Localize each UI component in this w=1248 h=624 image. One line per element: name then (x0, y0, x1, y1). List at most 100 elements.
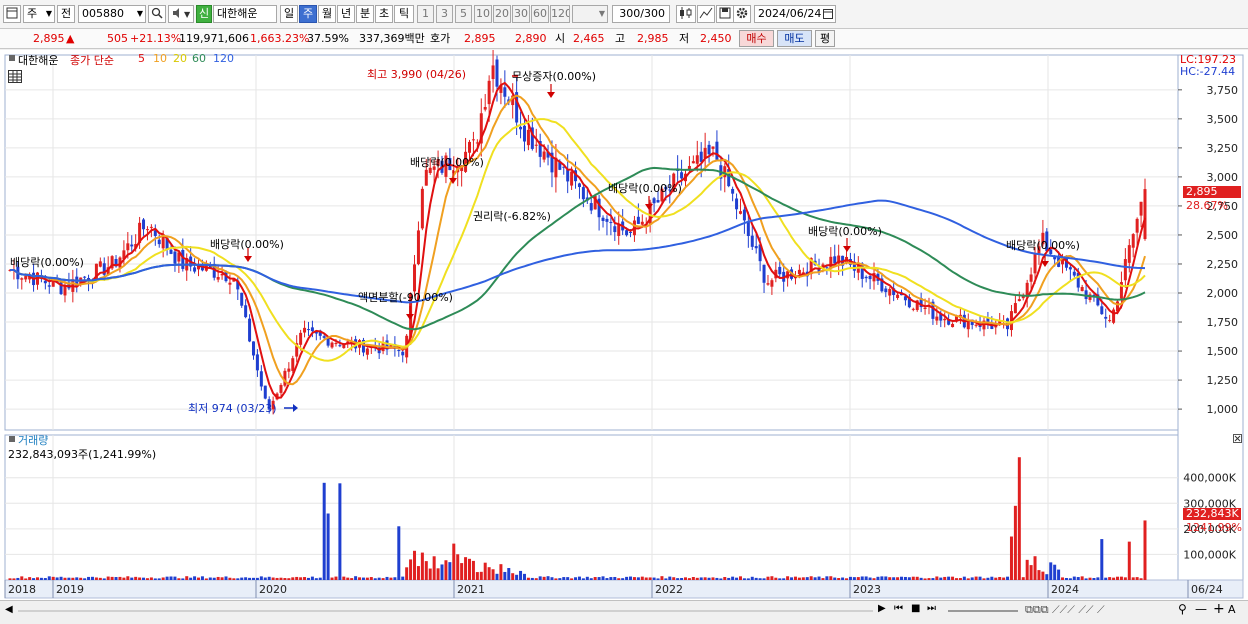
candle-body (519, 126, 523, 130)
x-axis-label: 2021 (457, 583, 485, 596)
crosshair-icon[interactable] (697, 5, 715, 23)
volume-bar (322, 482, 326, 580)
volume-bar (452, 543, 456, 580)
volume-bar (758, 578, 762, 580)
panel-menu-icon[interactable] (8, 52, 16, 65)
volume-bar (966, 578, 970, 580)
x-axis-label: 06/24 (1191, 583, 1223, 596)
volume-bar (585, 576, 589, 580)
candle-body (1013, 303, 1017, 314)
gear-icon[interactable] (733, 5, 751, 23)
candle-body (495, 59, 499, 87)
volume-bar (314, 578, 318, 580)
text-tool-icon[interactable]: A (1228, 603, 1236, 616)
candle-body (255, 354, 259, 371)
candle-body (542, 151, 546, 160)
volume-bar (1061, 577, 1065, 580)
volume-bar (617, 578, 621, 580)
period-second[interactable]: 초 (375, 5, 393, 23)
zoom-in-icon[interactable]: + (1213, 601, 1225, 617)
interval-3[interactable]: 3 (436, 5, 453, 23)
interval-20[interactable]: 20 (493, 5, 511, 23)
stock-name-field[interactable]: 대한해운 (213, 5, 277, 23)
interval-custom-select[interactable]: ▼ (572, 5, 608, 23)
interval-30[interactable]: 30 (512, 5, 530, 23)
annotation-rights: 권리락(-6.82%) (473, 210, 551, 223)
code-input[interactable]: 005880 ▼ (78, 5, 146, 23)
window-menu-icon[interactable] (3, 5, 21, 23)
volume-bar (903, 576, 907, 580)
code-value: 005880 (82, 7, 124, 20)
candle-body (966, 320, 970, 330)
stop-icon[interactable]: ■ (911, 603, 920, 614)
candle-body (625, 230, 629, 236)
period-month[interactable]: 월 (318, 5, 336, 23)
zoom-out-icon[interactable]: — (1195, 602, 1207, 616)
volume-bar (401, 576, 405, 580)
volume-panel-menu-icon[interactable] (8, 433, 16, 446)
drawing-tools-icon[interactable]: ⧉⧉⧉ ⟋⟋⟋ ⟋⟋ ⟋ (1025, 603, 1105, 617)
scroll-left-icon[interactable]: ◀ (5, 604, 13, 615)
interval-10[interactable]: 10 (474, 5, 492, 23)
volume-bar (935, 576, 939, 580)
interval-1[interactable]: 1 (417, 5, 434, 23)
volume-bar (330, 577, 334, 580)
candle-body (526, 129, 530, 146)
period-tick[interactable]: 틱 (394, 5, 414, 23)
volume-bar (978, 576, 982, 580)
volume-bar (1025, 559, 1029, 580)
period-year[interactable]: 년 (337, 5, 355, 23)
candle-body (695, 155, 699, 164)
interval-120[interactable]: 120 (550, 5, 570, 23)
interval-60[interactable]: 60 (531, 5, 549, 23)
volume-bar (746, 578, 750, 580)
candle-body (487, 80, 491, 105)
buy-button[interactable]: 매수 (739, 30, 774, 47)
chevron-down-icon: ▼ (45, 9, 52, 18)
volume-bar (267, 576, 271, 580)
market-select[interactable]: 주 ▼ (23, 5, 55, 23)
volume-bar (1127, 541, 1131, 580)
close-panel-icon[interactable] (1233, 433, 1242, 446)
volume-bar (829, 576, 833, 580)
volume-bar (727, 577, 731, 580)
x-axis-label: 2018 (8, 583, 36, 596)
sell-button[interactable]: 매도 (777, 30, 812, 47)
annotation-dividend-6: 배당락(0.00%) (1006, 239, 1080, 252)
candle-body (896, 294, 900, 298)
period-minute[interactable]: 분 (356, 5, 374, 23)
candle-body (291, 358, 295, 371)
forward-icon[interactable]: ⏭ (927, 603, 936, 614)
volume-bar (232, 578, 236, 580)
candle-type-icon[interactable] (676, 5, 696, 23)
volume-bar (334, 576, 338, 580)
x-axis-label: 2024 (1051, 583, 1079, 596)
speaker-icon[interactable]: ▼ (168, 5, 194, 23)
volume-bar (1068, 578, 1072, 580)
volume-bar (251, 577, 255, 580)
candle-body (181, 249, 185, 269)
interval-5[interactable]: 5 (455, 5, 472, 23)
eval-button[interactable]: 평 (815, 30, 835, 47)
candle-body (1143, 189, 1147, 240)
candle-body (173, 251, 177, 264)
zoom-slider[interactable] (948, 610, 1018, 612)
period-day[interactable]: 일 (280, 5, 298, 23)
save-icon[interactable] (716, 5, 734, 23)
prev-button[interactable]: 전 (57, 5, 75, 23)
period-week[interactable]: 주 (299, 5, 317, 23)
zoom-icon[interactable]: ⚲ (1178, 602, 1187, 616)
scroll-track[interactable] (18, 610, 873, 612)
volume-bar (130, 577, 134, 580)
volume-bar (1033, 556, 1037, 580)
volume-bar (499, 564, 503, 580)
date-field[interactable]: 2024/06/24 (754, 5, 836, 23)
volume-bar (515, 574, 519, 580)
scroll-right-icon[interactable]: ▶ (878, 603, 886, 614)
count-field[interactable]: 300/300 (612, 5, 670, 23)
table-view-icon[interactable] (8, 70, 22, 86)
candle-body (754, 246, 758, 249)
search-icon[interactable] (148, 5, 166, 23)
rewind-icon[interactable]: ⏮ (894, 603, 903, 614)
volume-bar (723, 577, 727, 580)
